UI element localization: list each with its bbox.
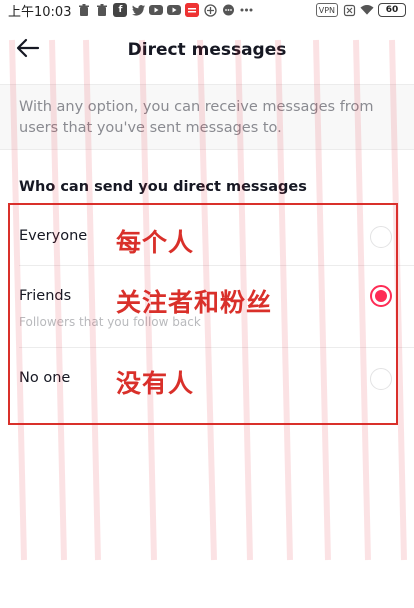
trash-icon — [77, 3, 91, 17]
trash-icon — [95, 3, 109, 17]
sim-off-icon — [342, 3, 356, 17]
option-friends-label: Friends — [19, 288, 72, 304]
vpn-badge: VPN — [315, 3, 338, 17]
battery-indicator: 60 — [378, 3, 406, 17]
status-bar-left: 上午10:03 f — [8, 1, 253, 20]
radio-everyone[interactable] — [370, 226, 392, 248]
news-app-icon — [185, 3, 200, 17]
facebook-icon: f — [113, 3, 128, 17]
header: Direct messages — [0, 22, 414, 78]
wifi-icon — [360, 3, 374, 17]
option-no-one-label: No one — [19, 370, 71, 386]
option-friends-sublabel: Followers that you follow back — [19, 315, 201, 329]
twitter-icon — [131, 3, 145, 17]
radio-friends[interactable] — [370, 285, 392, 307]
chat-icon — [221, 3, 235, 17]
option-everyone[interactable]: Everyone — [0, 215, 414, 266]
radio-no-one[interactable] — [370, 368, 392, 390]
option-friends[interactable]: Friends Followers that you follow back — [0, 266, 414, 348]
option-no-one[interactable]: No one — [0, 348, 414, 408]
youtube-icon — [149, 3, 164, 17]
status-bar: 上午10:03 f VPN 60 — [0, 0, 414, 20]
section-heading: Who can send you direct messages — [19, 179, 307, 195]
info-text: With any option, you can receive message… — [19, 99, 374, 136]
youtube-icon — [167, 3, 182, 17]
page-title: Direct messages — [127, 40, 287, 60]
more-icon — [239, 3, 253, 17]
option-everyone-label: Everyone — [19, 228, 88, 244]
info-notice: With any option, you can receive message… — [0, 84, 414, 150]
location-icon — [203, 3, 217, 17]
status-time: 上午10:03 — [8, 4, 72, 20]
status-bar-right: VPN 60 — [315, 3, 406, 17]
